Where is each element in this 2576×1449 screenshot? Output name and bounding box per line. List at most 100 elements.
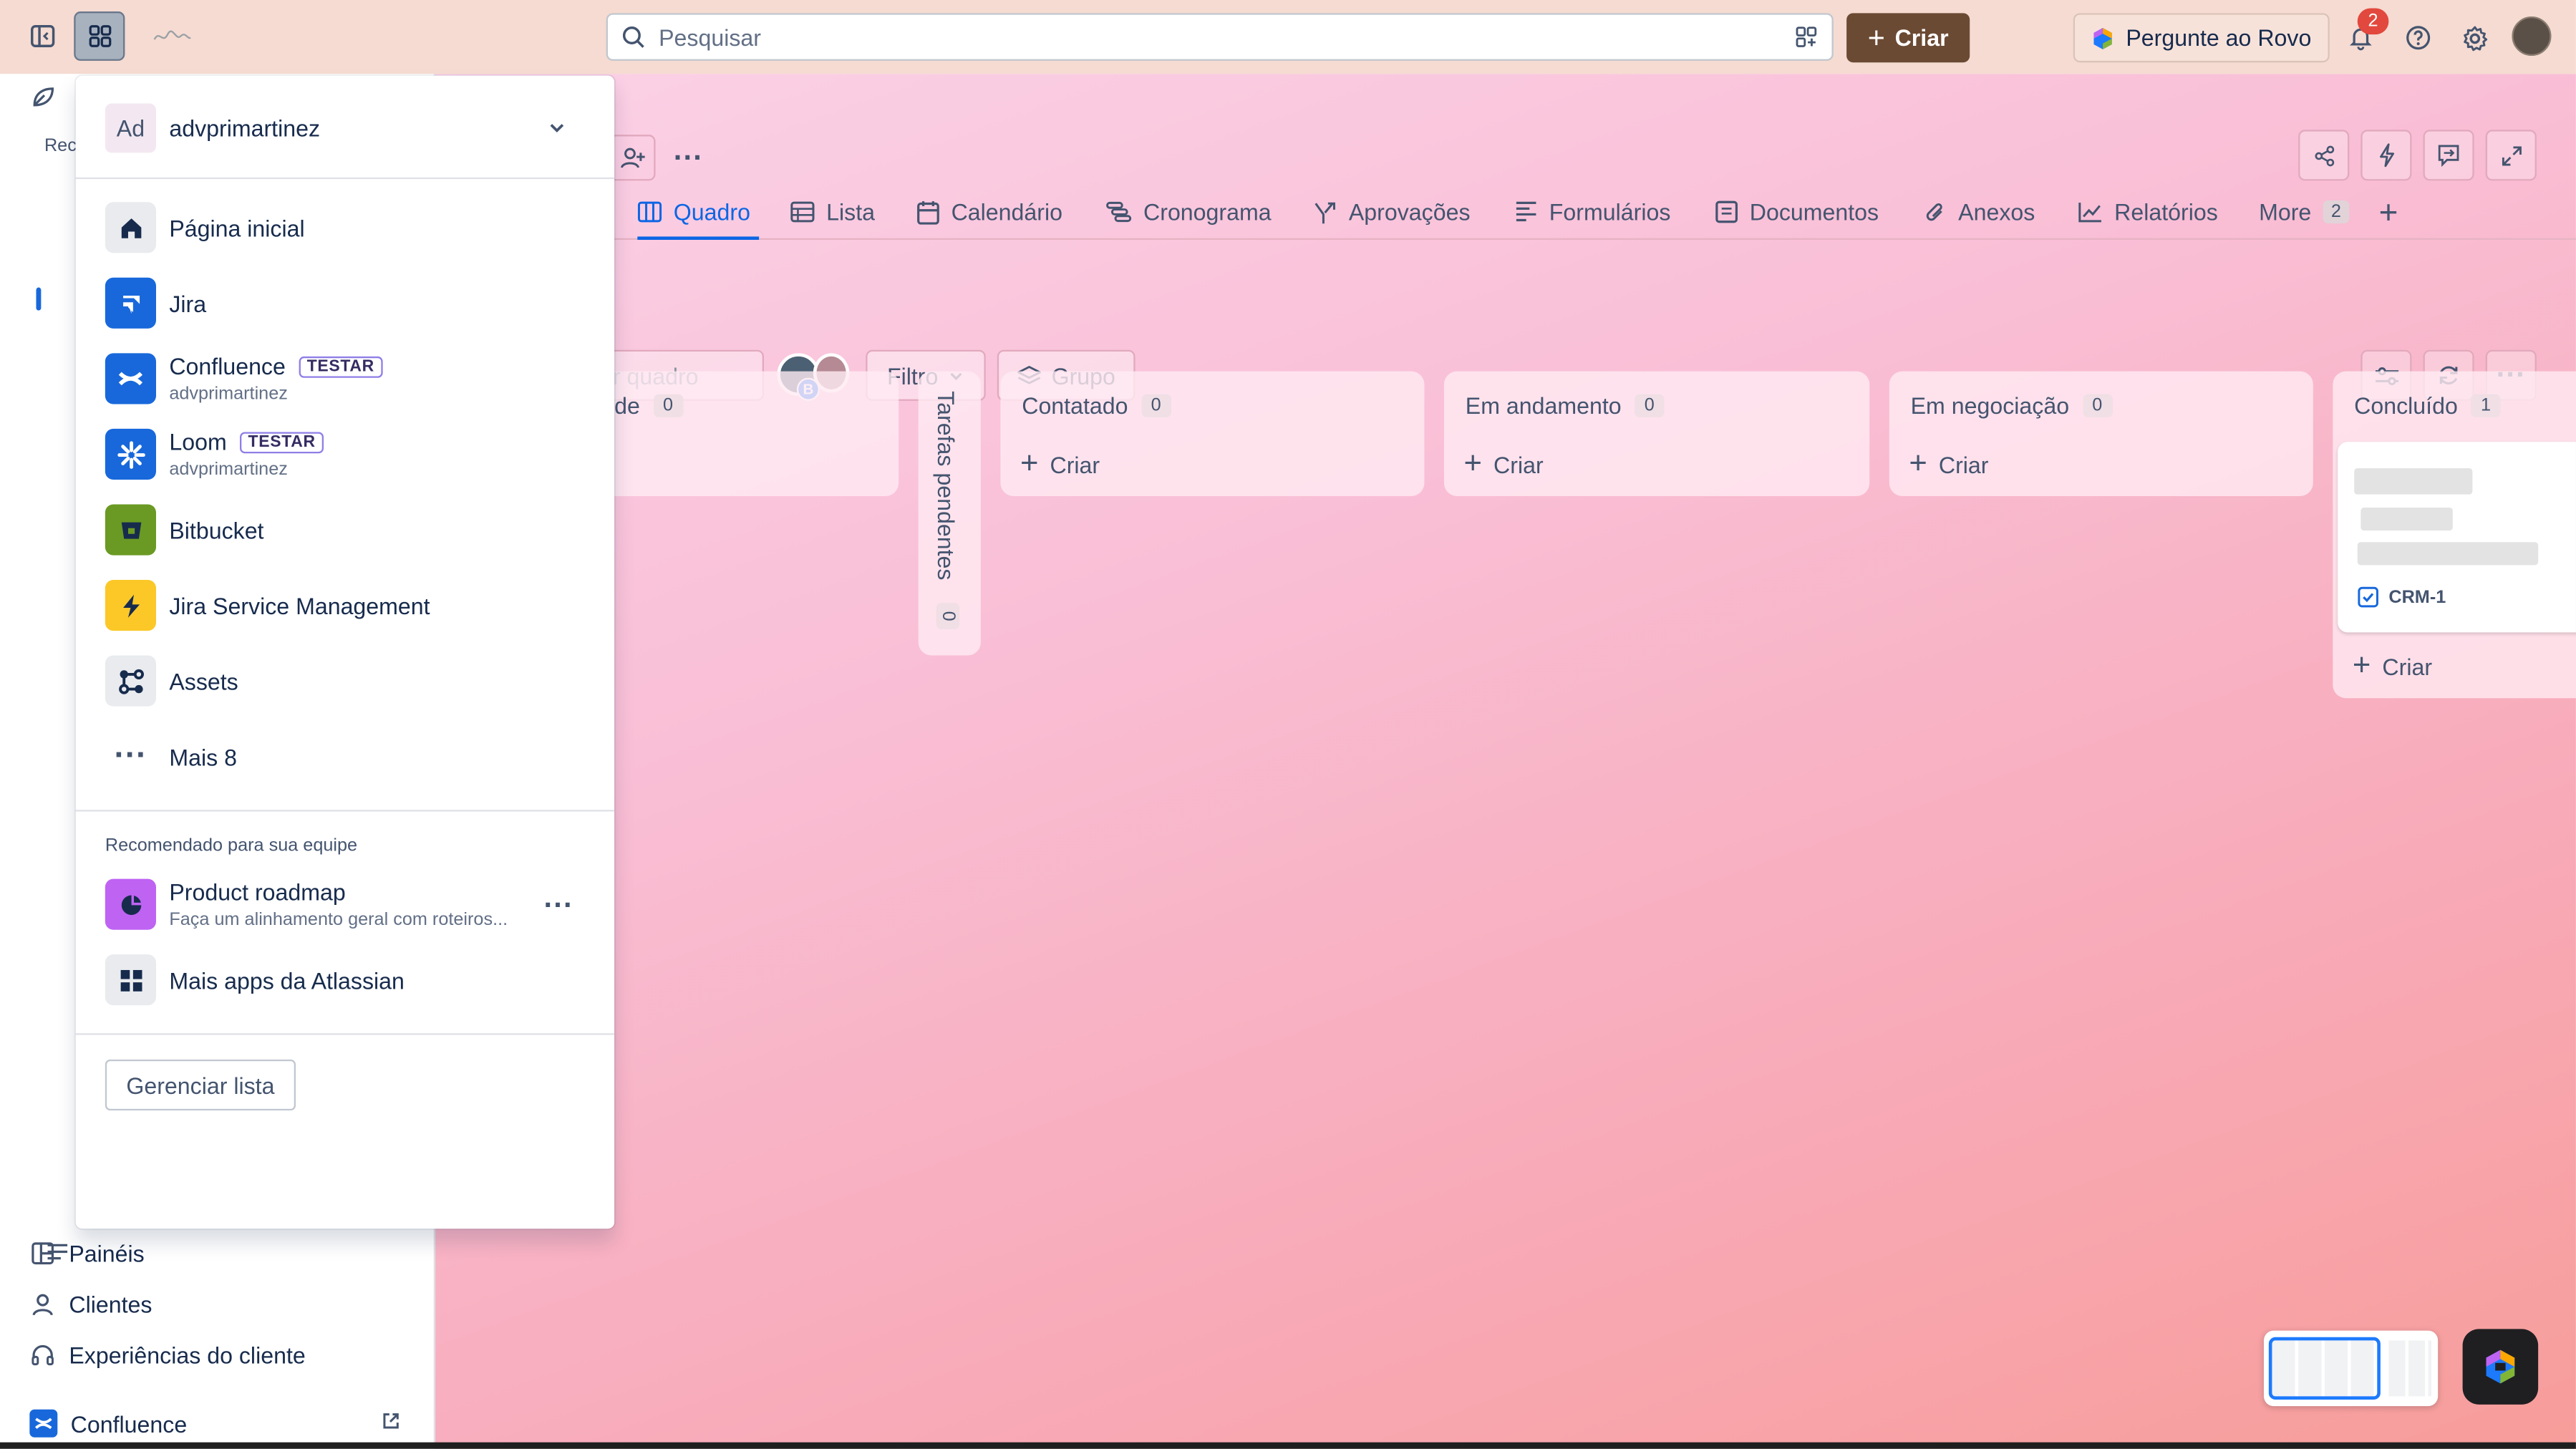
site-logo-icon[interactable] [150, 20, 195, 53]
app-item-jira[interactable]: Jira [105, 277, 207, 329]
column-header: de 0 [614, 392, 683, 419]
app-item-loom[interactable]: Loom TESTAR advprimartinez [105, 428, 324, 480]
more-tabs-count: 2 [2323, 200, 2350, 224]
sidebar-toggle-icon[interactable] [24, 18, 60, 54]
workspace-selector[interactable]: Ad advprimartinez [75, 76, 615, 180]
sidebar-item-label: Clientes [69, 1291, 152, 1318]
add-people-icon[interactable] [609, 135, 656, 181]
rovo-chat-button[interactable] [2462, 1329, 2539, 1405]
minimap-viewport[interactable] [2268, 1337, 2381, 1400]
app-item-bitbucket[interactable]: Bitbucket [105, 504, 264, 556]
fullscreen-expand-icon[interactable] [2485, 130, 2537, 181]
collapsed-column-title: Tarefas pendentes [933, 391, 960, 581]
app-switcher-menu: Ad advprimartinez Página inicial Jira Co… [75, 75, 615, 1229]
tab-approvals[interactable]: Aprovações [1312, 198, 1471, 226]
manage-list-button[interactable]: Gerenciar lista [105, 1060, 296, 1111]
tab-board[interactable]: Quadro [637, 199, 750, 225]
column-header: Em negociação 0 [1911, 392, 2113, 419]
app-name: Jira Service Management [169, 592, 430, 619]
recommended-more-atlassian-apps[interactable]: Mais apps da Atlassian [105, 954, 405, 1006]
external-link-icon[interactable] [378, 1407, 405, 1434]
tab-forms[interactable]: Formulários [1515, 198, 1671, 226]
add-tab-icon[interactable]: + [2379, 195, 2398, 233]
app-name: Jira [169, 289, 207, 316]
tab-attachments[interactable]: Anexos [1924, 199, 2035, 225]
sidebar-item-clients[interactable]: Clientes [29, 1291, 152, 1318]
board-minimap[interactable] [2263, 1330, 2439, 1407]
column-create-button[interactable]: + Criar [1020, 448, 1100, 480]
list-icon [790, 201, 815, 223]
rovo-icon [2486, 1349, 2515, 1384]
recommended-more-icon[interactable]: ··· [537, 887, 580, 923]
recommended-product-roadmap[interactable]: Product roadmap Faça um alinhamento gera… [105, 878, 508, 930]
leaf-icon [33, 87, 54, 107]
ask-rovo-label: Pergunte ao Rovo [2126, 24, 2312, 52]
tab-calendar[interactable]: Calendário [916, 198, 1062, 226]
tab-label: More [2259, 198, 2312, 226]
app-item-home[interactable]: Página inicial [105, 202, 305, 253]
app-name: Confluence [169, 353, 286, 380]
app-item-confluence[interactable]: Confluence TESTAR advprimartinez [105, 353, 383, 404]
global-search-input[interactable]: Pesquisar [606, 13, 1834, 61]
app-name: Bitbucket [169, 516, 264, 543]
tab-documents[interactable]: Documentos [1715, 199, 1879, 225]
more-actions-icon[interactable]: ··· [665, 140, 711, 175]
dashboard-icon [32, 1242, 54, 1265]
active-tab-underline [637, 236, 760, 241]
app-item-jira-service-management[interactable]: Jira Service Management [105, 579, 430, 631]
column-create-button[interactable]: + Criar [1909, 448, 1988, 480]
sidebar-item-for-you[interactable] [29, 84, 56, 110]
issue-key-label: CRM-1 [2388, 587, 2446, 607]
app-item-assets[interactable]: Assets [105, 655, 238, 707]
board-column: Em negociação 0 + Criar [1889, 371, 2313, 496]
settings-gear-icon[interactable] [2456, 20, 2492, 56]
sidebar-item-label: Confluence [70, 1410, 188, 1437]
filter-grid-icon[interactable] [1794, 24, 1819, 49]
sidebar-item-customer-experiences[interactable]: Experiências do cliente [29, 1342, 306, 1368]
app-switcher-icon[interactable] [74, 11, 125, 61]
sidebar-item-dashboards[interactable]: Painéis [29, 1240, 145, 1267]
user-avatar[interactable] [2512, 16, 2552, 57]
column-create-button[interactable]: + Criar [2353, 651, 2432, 682]
app-item-more[interactable]: ··· Mais 8 [105, 731, 236, 782]
create-button[interactable]: + Criar [1846, 13, 1970, 63]
app-name: Página inicial [169, 214, 305, 241]
rovo-icon [2093, 26, 2112, 49]
workspace-avatar: Ad [105, 103, 156, 153]
sidebar-item-confluence[interactable]: Confluence [29, 1409, 188, 1438]
app-subtitle: advprimartinez [169, 460, 288, 480]
jsm-lightning-icon [105, 579, 156, 631]
approvals-icon [1314, 201, 1336, 223]
tab-more[interactable]: More 2 [2259, 198, 2350, 226]
feedback-icon[interactable] [2423, 130, 2474, 181]
help-icon[interactable] [2400, 20, 2436, 56]
sidebar-active-indicator [36, 287, 42, 311]
tab-label: Aprovações [1348, 198, 1471, 226]
tab-label: Calendário [951, 198, 1062, 226]
tab-label: Cronograma [1143, 198, 1272, 226]
issue-key: CRM-1 [2358, 586, 2446, 608]
headset-icon [32, 1344, 54, 1366]
column-header: Em andamento 0 [1466, 392, 1665, 419]
tab-label: Formulários [1549, 198, 1671, 226]
column-header: Concluído 1 [2354, 392, 2501, 419]
tab-timeline[interactable]: Cronograma [1105, 198, 1272, 226]
menu-divider [75, 1033, 615, 1035]
forms-icon [1516, 201, 1536, 222]
collapsed-column[interactable]: Tarefas pendentes 0 [918, 371, 981, 656]
ask-rovo-button[interactable]: Pergunte ao Rovo [2073, 13, 2330, 63]
tab-reports[interactable]: Relatórios [2078, 198, 2218, 226]
automation-lightning-icon[interactable] [2360, 130, 2412, 181]
app-subtitle: advprimartinez [169, 384, 288, 404]
share-icon[interactable] [2298, 130, 2350, 181]
column-header: Contatado 0 [1022, 392, 1171, 419]
try-lozenge: TESTAR [240, 431, 324, 453]
column-count: 1 [2471, 394, 2501, 417]
tab-label: Relatórios [2114, 198, 2218, 226]
column-create-button[interactable]: + Criar [1463, 448, 1543, 480]
sidebar-item-label: Painéis [69, 1240, 145, 1267]
issue-card[interactable]: CRM-1 [2338, 442, 2576, 633]
minimap-overview [2388, 1340, 2432, 1397]
tab-list[interactable]: Lista [790, 199, 875, 225]
collapsed-column-count: 0 [936, 603, 960, 630]
